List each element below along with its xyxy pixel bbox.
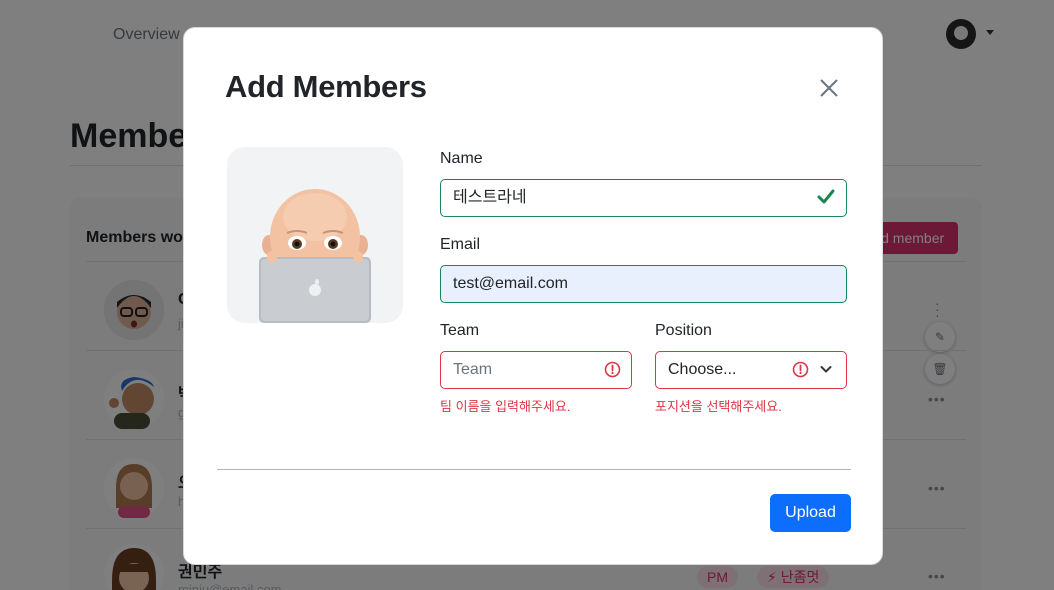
modal-title: Add Members [225,69,427,104]
check-icon [817,189,835,204]
name-input-value: 테스트라네 [453,189,527,206]
upload-button[interactable]: Upload [770,494,851,532]
close-icon [820,79,838,97]
email-label: Email [440,236,481,253]
memoji-laptop-image [227,147,403,323]
position-label: Position [655,322,712,339]
modal-footer-divider [217,469,851,470]
chevron-down-icon [820,366,832,373]
position-select-value: Choose... [668,361,737,378]
avatar-preview[interactable] [227,147,403,323]
email-input-value: test@email.com [453,275,568,292]
team-input-placeholder: Team [453,361,493,378]
position-error-message: 포지션을 선택해주세요. [655,399,782,414]
add-members-modal: Add Members Name 테스트라네 Email test@email.… [183,27,883,565]
position-select[interactable]: Choose... [655,351,847,389]
close-button[interactable] [818,77,840,99]
name-input[interactable]: 테스트라네 [440,179,847,217]
exclamation-circle-icon [792,361,809,378]
email-input[interactable]: test@email.com [440,265,847,303]
team-error-message: 팀 이름을 입력해주세요. [440,399,571,414]
team-label: Team [440,322,480,339]
name-label: Name [440,150,483,167]
exclamation-circle-icon [604,361,621,378]
